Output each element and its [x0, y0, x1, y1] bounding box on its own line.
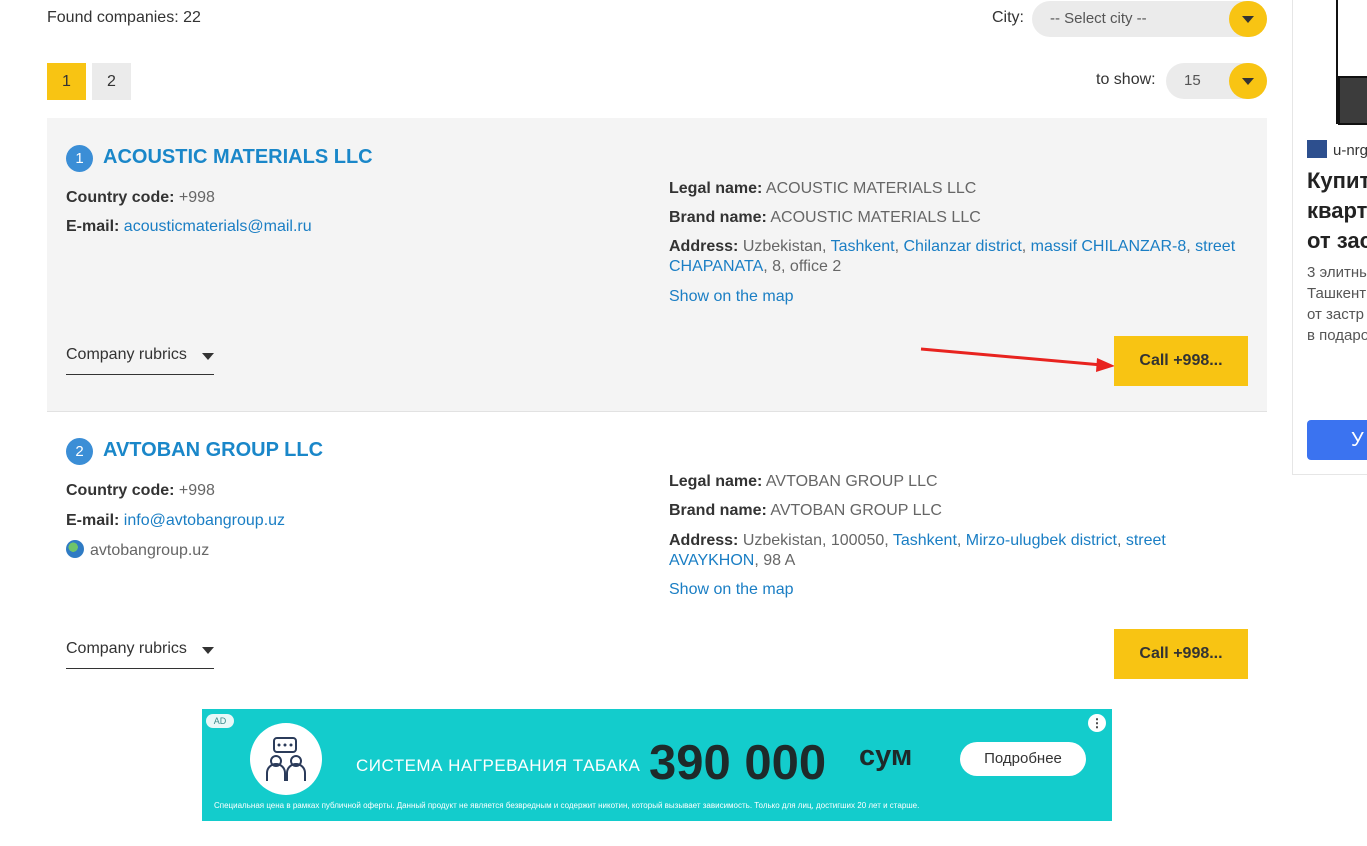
company-card: 2 AVTOBAN GROUP LLC Country code: +998 E… [47, 412, 1267, 697]
page-1-button[interactable]: 1 [47, 63, 86, 100]
brand-name-field: Brand name: ACOUSTIC MATERIALS LLC [669, 208, 981, 228]
country-code-field: Country code: +998 [66, 188, 215, 208]
ad-tag: AD [206, 714, 234, 728]
website-field: avtobangroup.uz [66, 540, 209, 561]
legal-name-label: Legal name: [669, 473, 763, 490]
country-code-label: Country code: [66, 189, 175, 206]
email-link[interactable]: info@avtobangroup.uz [124, 512, 285, 529]
city-select[interactable]: -- Select city -- [1032, 1, 1267, 37]
ad-currency: сум [859, 740, 913, 772]
country-code-value: +998 [178, 482, 215, 499]
ad-more-button[interactable]: Подробнее [960, 742, 1086, 776]
side-ad-button[interactable]: У [1307, 420, 1367, 460]
globe-icon [66, 540, 84, 558]
brand-name-label: Brand name: [669, 209, 767, 226]
address-district-link[interactable]: Chilanzar district [904, 238, 1022, 255]
found-companies-count: Found companies: 22 [47, 9, 201, 26]
legal-name-label: Legal name: [669, 180, 763, 197]
caret-down-icon [202, 647, 214, 654]
ad-headline: СИСТЕМА НАГРЕВАНИЯ ТАБАКА [356, 756, 641, 775]
city-label: City: [992, 9, 1024, 26]
call-button[interactable]: Call +998... [1114, 629, 1248, 679]
side-ad-description: 3 элитны Ташкент от застр в подаро [1307, 262, 1367, 346]
side-ad-description-line: Ташкент [1307, 285, 1367, 302]
to-show-label: to show: [1096, 71, 1156, 88]
call-button[interactable]: Call +998... [1114, 336, 1248, 386]
country-code-label: Country code: [66, 482, 175, 499]
side-ad-description-line: 3 элитны [1307, 264, 1367, 281]
website-link[interactable]: avtobangroup.uz [90, 542, 209, 559]
per-page-select[interactable]: 15 [1166, 63, 1267, 99]
ad-price: 390 000 [649, 736, 827, 790]
brand-name-label: Brand name: [669, 502, 767, 519]
page-2-button[interactable]: 2 [92, 63, 131, 100]
address-massif-link[interactable]: massif CHILANZAR-8 [1031, 238, 1187, 255]
company-rubrics-dropdown[interactable]: Company rubrics [66, 346, 214, 375]
company-rubrics-label: Company rubrics [66, 640, 187, 657]
chevron-down-icon[interactable] [1229, 1, 1267, 37]
chevron-down-icon[interactable] [1229, 63, 1267, 99]
side-ad-headline-line: Купит [1307, 168, 1367, 193]
ad-fine-print: Специальная цена в рамках публичной офер… [214, 801, 920, 810]
side-ad-headline-line: от зас [1307, 228, 1367, 253]
show-on-map-link[interactable]: Show on the map [669, 287, 794, 307]
side-ad-description-line: от застр [1307, 306, 1364, 323]
company-card: 1 ACOUSTIC MATERIALS LLC Country code: +… [47, 118, 1267, 412]
email-link[interactable]: acousticmaterials@mail.ru [124, 218, 312, 235]
side-ad-headline-line: кварт [1307, 198, 1367, 223]
per-page-value: 15 [1184, 72, 1201, 89]
legal-name-value: AVTOBAN GROUP LLC [765, 473, 938, 490]
company-number-badge: 2 [66, 438, 93, 465]
red-arrow-annotation [920, 347, 1115, 372]
company-name-link[interactable]: AVTOBAN GROUP LLC [103, 439, 323, 462]
brand-name-field: Brand name: AVTOBAN GROUP LLC [669, 501, 942, 521]
address-city-link[interactable]: Tashkent [831, 238, 895, 255]
side-ad-source-text: u-nrg [1333, 142, 1367, 159]
address-city-link[interactable]: Tashkent [893, 532, 957, 549]
email-field: E-mail: acousticmaterials@mail.ru [66, 217, 312, 237]
city-select-value: -- Select city -- [1050, 10, 1147, 27]
country-code-field: Country code: +998 [66, 481, 215, 501]
address-field: Address: Uzbekistan, Tashkent, Chilanzar… [669, 238, 1236, 275]
side-ad[interactable]: u-nrg Купит кварт от зас 3 элитны Ташкен… [1292, 0, 1367, 475]
address-district-link[interactable]: Mirzo-ulugbek district [966, 532, 1117, 549]
address-tail: , 98 A [754, 552, 796, 569]
company-rubrics-label: Company rubrics [66, 346, 187, 363]
company-rubrics-dropdown[interactable]: Company rubrics [66, 640, 214, 669]
ad-banner[interactable]: AD ⋮ СИСТЕМА НАГРЕВАНИЯ ТАБАКА 390 000 с… [202, 709, 1112, 821]
caret-down-icon [202, 353, 214, 360]
side-ad-description-line: в подаро [1307, 327, 1367, 344]
side-ad-source: u-nrg [1307, 140, 1367, 159]
chart-logo-icon [1307, 140, 1327, 158]
brand-name-value: ACOUSTIC MATERIALS LLC [770, 209, 981, 226]
legal-name-value: ACOUSTIC MATERIALS LLC [765, 180, 977, 197]
email-field: E-mail: info@avtobangroup.uz [66, 511, 285, 531]
show-on-map-link[interactable]: Show on the map [669, 580, 794, 600]
address-field: Address: Uzbekistan, 100050, Tashkent, M… [669, 532, 1166, 569]
address-country: Uzbekistan, [742, 238, 827, 255]
address-label: Address: [669, 238, 739, 255]
address-label: Address: [669, 532, 739, 549]
brand-name-value: AVTOBAN GROUP LLC [770, 502, 942, 519]
legal-name-field: Legal name: ACOUSTIC MATERIALS LLC [669, 179, 976, 199]
company-number-badge: 1 [66, 145, 93, 172]
side-ad-image [1336, 0, 1367, 125]
legal-name-field: Legal name: AVTOBAN GROUP LLC [669, 472, 938, 492]
side-ad-headline: Купит кварт от зас [1307, 166, 1367, 256]
email-label: E-mail: [66, 512, 120, 529]
country-code-value: +998 [178, 189, 215, 206]
address-country: Uzbekistan, 100050, [742, 532, 889, 549]
more-options-icon[interactable]: ⋮ [1088, 714, 1106, 732]
address-tail: , 8, office 2 [763, 258, 842, 275]
ad-people-icon [250, 723, 322, 795]
email-label: E-mail: [66, 218, 120, 235]
company-name-link[interactable]: ACOUSTIC MATERIALS LLC [103, 146, 373, 169]
